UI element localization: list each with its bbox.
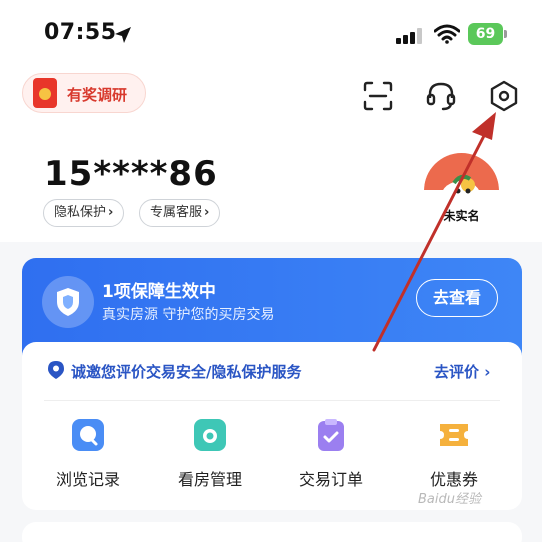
privacy-protection-chip[interactable]: 隐私保护 › — [43, 199, 125, 227]
evaluate-link[interactable]: 去评价 › — [434, 361, 490, 382]
battery-level: 69 — [468, 23, 503, 45]
menu-coupons[interactable]: 优惠券 — [404, 418, 504, 498]
menu-viewing-management[interactable]: 看房管理 — [160, 418, 260, 498]
menu-label: 优惠券 — [429, 470, 478, 489]
avatar-label: 未实名 — [443, 209, 480, 223]
user-phone-number: 15****86 — [44, 154, 218, 194]
chevron-right-icon: › — [204, 205, 210, 220]
orders-icon — [318, 419, 344, 451]
coupon-icon — [440, 424, 468, 446]
avatar[interactable]: 未实名 — [424, 153, 499, 228]
bottom-panel — [22, 522, 522, 542]
status-time: 07:55 — [44, 20, 117, 45]
privacy-chip-label: 隐私保护 — [54, 205, 107, 220]
menu-label: 看房管理 — [177, 470, 242, 489]
battery-icon: 69 — [468, 23, 508, 45]
location-pin-icon — [48, 361, 64, 379]
service-chip-label: 专属客服 — [150, 205, 203, 220]
survey-badge-button[interactable]: 有奖调研 — [22, 73, 146, 113]
watermark: Baidu经验 — [418, 492, 481, 507]
settings-icon[interactable] — [487, 79, 521, 113]
scan-icon[interactable] — [361, 79, 395, 113]
browse-history-icon — [72, 419, 104, 451]
red-envelope-icon — [33, 78, 57, 108]
shield-icon — [42, 276, 94, 328]
customer-service-icon[interactable] — [424, 79, 458, 113]
menu-browse-history[interactable]: 浏览记录 — [38, 418, 138, 498]
cellular-signal-icon — [396, 28, 422, 44]
evaluate-link-label: 去评价 — [434, 363, 480, 381]
exclusive-service-chip[interactable]: 专属客服 › — [139, 199, 221, 227]
guarantee-subtitle: 真实房源 守护您的买房交易 — [102, 307, 275, 323]
menu-label: 浏览记录 — [55, 470, 120, 489]
divider — [44, 400, 500, 401]
chevron-right-icon: › — [108, 205, 114, 220]
guarantee-title: 1项保障生效中 — [102, 282, 216, 302]
viewing-management-icon — [194, 419, 226, 451]
wifi-icon — [434, 24, 460, 44]
menu-orders[interactable]: 交易订单 — [281, 418, 381, 498]
menu-label: 交易订单 — [298, 470, 363, 489]
location-arrow-icon — [115, 27, 131, 43]
chevron-right-icon: › — [484, 363, 491, 381]
view-guarantee-button[interactable]: 去查看 — [416, 279, 498, 317]
services-panel: 诚邀您评价交易安全/隐私保护服务 去评价 › 浏览记录 看房管理 交易订单 优惠… — [22, 342, 522, 510]
survey-label: 有奖调研 — [67, 86, 128, 104]
evaluation-invite-text: 诚邀您评价交易安全/隐私保护服务 — [71, 363, 302, 381]
